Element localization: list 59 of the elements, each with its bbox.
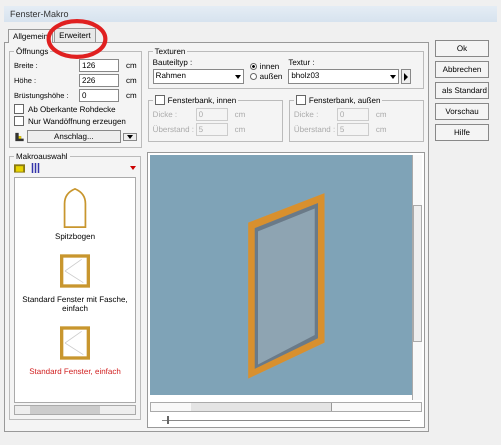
columns-icon — [31, 163, 42, 173]
dropdown[interactable]: bholz03 — [288, 69, 400, 84]
dialog-button[interactable]: Abbrechen — [435, 61, 489, 78]
checkbox[interactable] — [154, 95, 165, 105]
checkbox[interactable] — [14, 104, 24, 114]
radio-button[interactable] — [250, 62, 257, 70]
unit-label: cm — [376, 110, 387, 119]
horizontal-scrollbar[interactable] — [150, 402, 422, 412]
unit-label: cm — [126, 76, 137, 85]
checkbox-label: Fensterbank, innen — [168, 96, 236, 104]
field-label: Überstand : — [294, 125, 334, 134]
input-field[interactable]: 226 — [79, 74, 119, 87]
group-title: Makroauswahl — [15, 152, 69, 161]
radio-button[interactable] — [250, 72, 257, 80]
radio-label: innen — [260, 62, 280, 70]
input-field[interactable]: 0 — [79, 89, 119, 102]
checkbox[interactable] — [14, 116, 24, 126]
window-title: Fenster-Makro — [10, 9, 69, 19]
tab[interactable]: Allgemein — [8, 29, 54, 43]
slider-thumb[interactable] — [166, 416, 169, 424]
checkbox-label: Ab Oberkante Rohdecke — [28, 104, 116, 114]
vertical-scrollbar[interactable] — [412, 155, 422, 400]
unit-label: cm — [126, 91, 137, 100]
field-label: Dicke : — [152, 110, 178, 119]
group-title: Öffnungs — [15, 47, 50, 56]
input-field[interactable]: 126 — [79, 59, 119, 72]
tab[interactable]: Erweitert — [54, 28, 96, 42]
caret-icon — [130, 166, 136, 170]
field-label: Textur : — [288, 58, 316, 67]
macro-item[interactable]: Standard Fenster mit Fasche, einfach — [15, 251, 135, 313]
next-button[interactable] — [401, 69, 412, 84]
checkbox-label: Fensterbank, außen — [308, 96, 380, 104]
arrow-right-icon — [404, 72, 408, 80]
checkbox[interactable] — [296, 95, 306, 105]
caret-icon — [390, 74, 396, 78]
checkbox-label: Nur Wandöffnung erzeugen — [28, 116, 126, 126]
horizontal-scrollbar[interactable] — [14, 405, 136, 415]
split-button[interactable]: Anschlag... — [27, 130, 121, 143]
macro-item[interactable]: Standard Fenster, einfach — [15, 323, 135, 376]
macro-item[interactable]: Spitzbogen — [15, 188, 135, 241]
unit-label: cm — [234, 125, 246, 134]
dialog-button[interactable]: Ok — [435, 40, 489, 57]
caret-icon — [234, 74, 241, 78]
radio-label: außen — [260, 72, 282, 80]
field-label: Dicke : — [294, 110, 320, 119]
dialog-button[interactable]: Hilfe — [435, 124, 489, 141]
caret-icon — [126, 134, 133, 138]
unit-label: cm — [126, 61, 137, 70]
folder-icon — [14, 163, 25, 173]
dropdown[interactable]: Rahmen — [152, 69, 244, 84]
field-label: Überstand : — [152, 125, 193, 134]
dropdown-button[interactable] — [122, 132, 137, 140]
stair-icon — [14, 132, 25, 142]
unit-label: cm — [234, 110, 246, 119]
field-label: Bauteiltyp : — [152, 58, 194, 67]
dialog-button[interactable]: Vorschau — [435, 103, 489, 120]
group-title: Texturen — [154, 47, 186, 56]
dialog-button[interactable]: als Standard — [435, 82, 489, 99]
unit-label: cm — [376, 125, 387, 134]
